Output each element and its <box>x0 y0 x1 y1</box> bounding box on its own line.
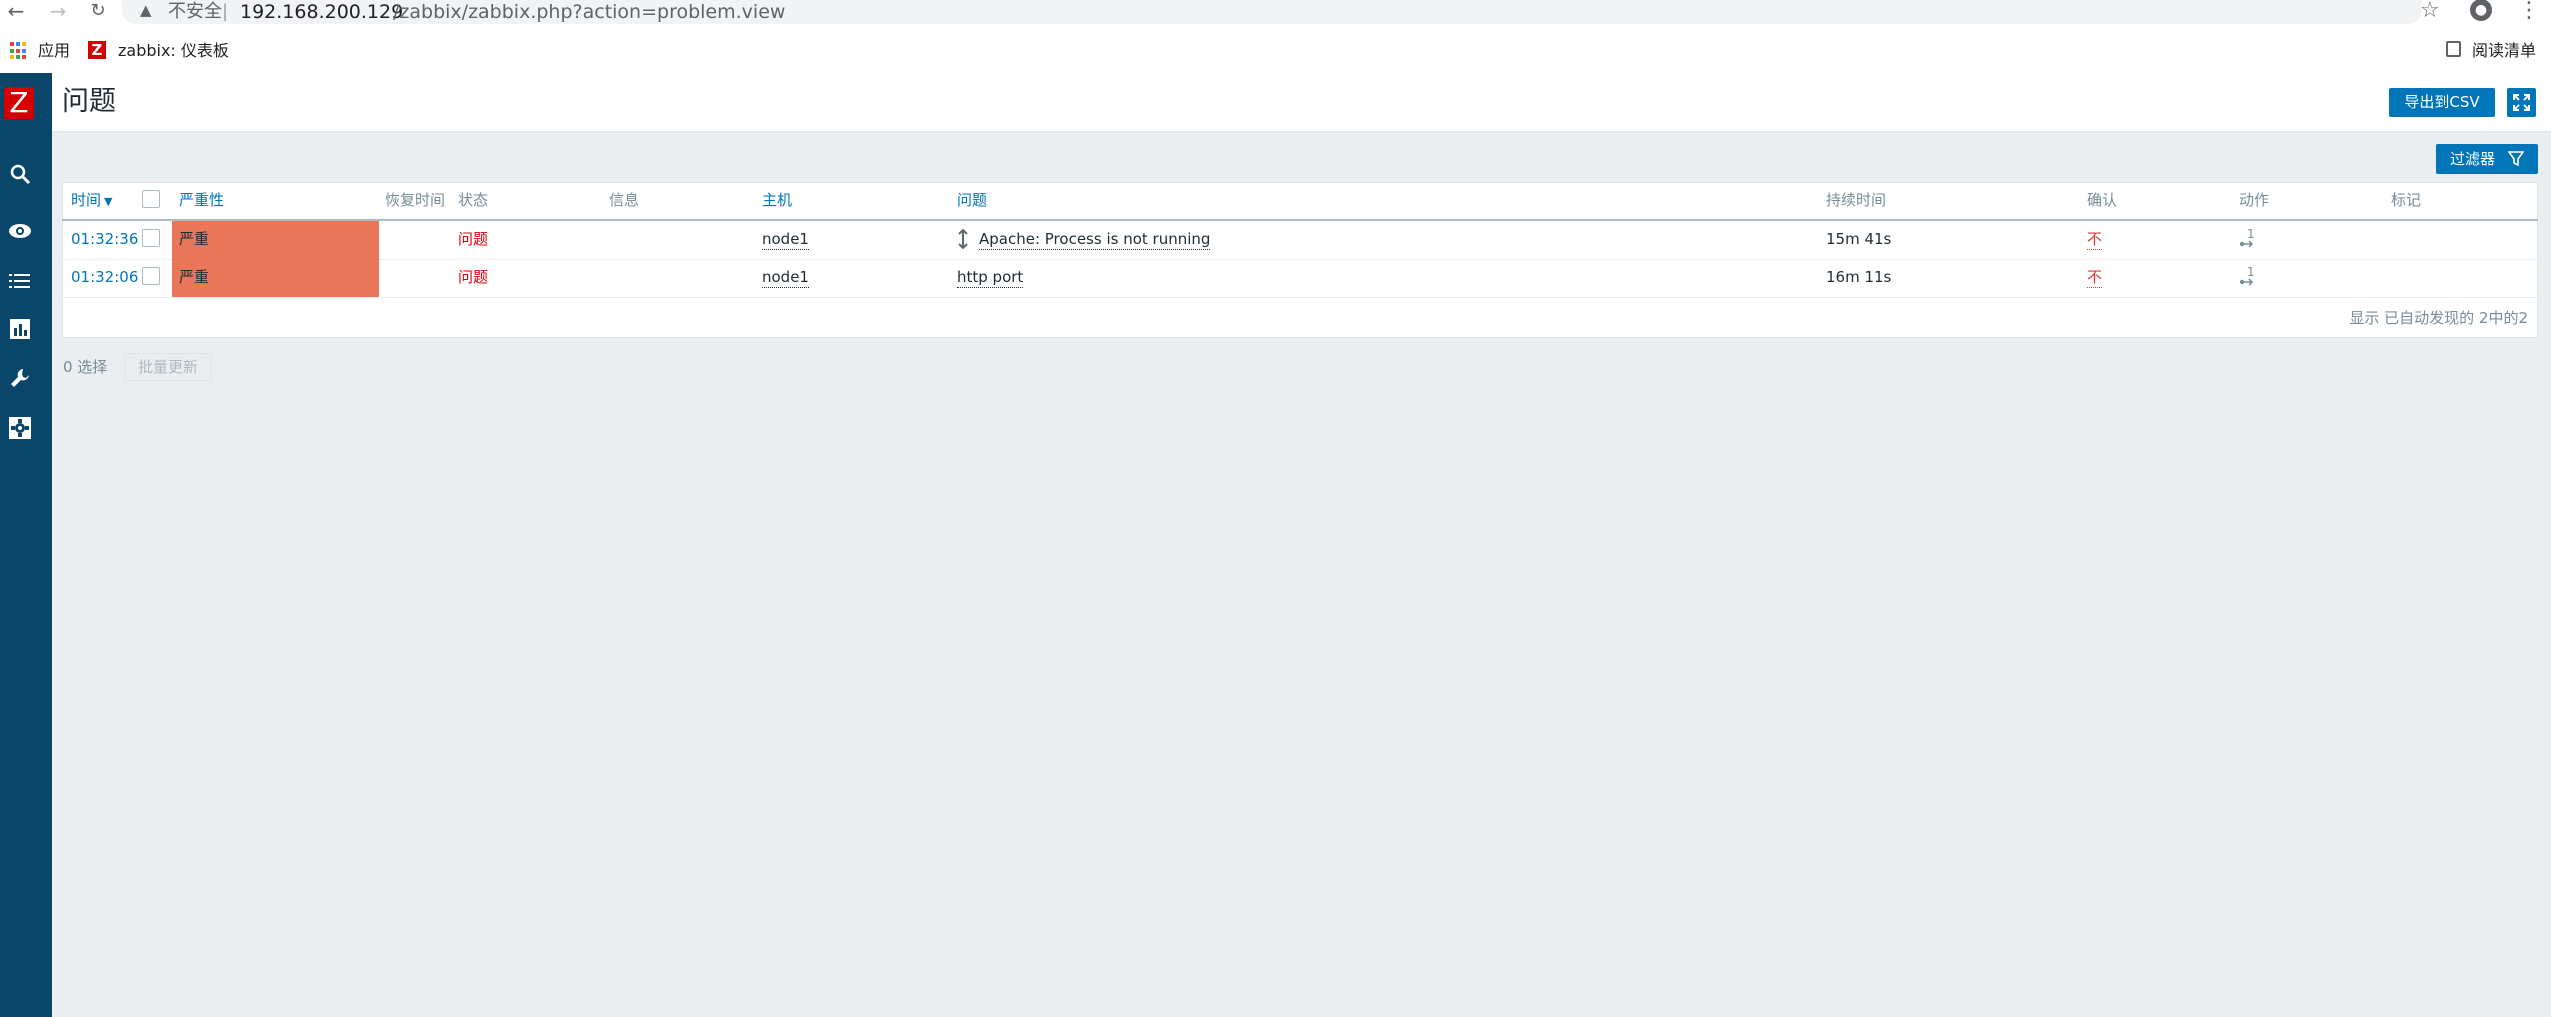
column-header-actions: 动作 <box>2239 191 2270 209</box>
row-divider <box>62 259 2538 260</box>
row-checkbox[interactable] <box>142 267 160 285</box>
url-host[interactable]: 192.168.200.129 <box>240 0 403 24</box>
warning-icon: ▲ <box>140 1 152 19</box>
insecure-label: 不安全 <box>168 1 222 22</box>
filter-label: 过滤器 <box>2450 150 2496 168</box>
column-header-host[interactable]: 主机 <box>762 186 792 214</box>
url-separator: | <box>222 1 229 22</box>
column-header-duration: 持续时间 <box>1826 191 1887 209</box>
row-divider <box>62 297 2538 298</box>
back-icon[interactable]: ← <box>2 0 30 24</box>
list-icon[interactable] <box>4 268 36 300</box>
table-row-severity: 严重 <box>179 268 210 286</box>
table-row-status: 问题 <box>458 268 489 286</box>
table-row-host[interactable]: node1 <box>762 229 809 250</box>
page-header <box>52 73 2551 132</box>
column-header-recovery-time: 恢复时间 <box>385 191 446 209</box>
page-title: 问题 <box>62 86 116 117</box>
mass-update-button[interactable]: 批量更新 <box>124 353 212 381</box>
filter-button[interactable]: 过滤器 <box>2436 144 2538 174</box>
zabbix-favicon-icon: Z <box>88 41 106 59</box>
table-row-actions[interactable]: 1 <box>2239 265 2261 287</box>
table-row-problem[interactable]: Apache: Process is not running <box>979 229 1211 250</box>
actions-count: 1 <box>2247 227 2255 241</box>
column-header-status: 状态 <box>458 191 489 209</box>
column-header-ack: 确认 <box>2087 191 2118 209</box>
fullscreen-button[interactable] <box>2507 88 2536 117</box>
zabbix-logo[interactable]: Z <box>4 87 34 119</box>
table-row-actions[interactable]: 1 <box>2239 227 2261 249</box>
table-row-status: 问题 <box>458 230 489 248</box>
row-checkbox[interactable] <box>142 229 160 247</box>
table-footer-count: 显示 已自动发现的 2中的2 <box>2349 309 2528 327</box>
selected-count: 0 选择 <box>63 358 108 376</box>
select-all-checkbox[interactable] <box>142 190 160 208</box>
table-row-duration: 15m 41s <box>1826 230 1892 248</box>
eye-icon[interactable] <box>4 218 36 250</box>
header-divider <box>62 219 2538 221</box>
settings-icon[interactable] <box>4 417 36 449</box>
column-header-info: 信息 <box>609 191 640 209</box>
bookmarks-bar <box>0 24 2551 73</box>
table-row-severity: 严重 <box>179 230 210 248</box>
table-row-ack[interactable]: 不 <box>2087 229 2103 250</box>
table-row-time[interactable]: 01:32:36 <box>71 229 138 249</box>
sidebar <box>0 73 52 1017</box>
actions-count: 1 <box>2247 265 2255 279</box>
menu-kebab-icon[interactable]: ⋮ <box>2518 0 2540 23</box>
export-csv-button[interactable]: 导出到CSV <box>2389 88 2495 117</box>
table-row-problem[interactable]: http port <box>957 267 1024 288</box>
table-row-host[interactable]: node1 <box>762 267 809 288</box>
table-row-time[interactable]: 01:32:06 <box>71 267 138 287</box>
apps-grid-icon[interactable] <box>10 42 28 60</box>
dependency-arrow-icon <box>957 228 969 250</box>
funnel-icon <box>2507 144 2525 177</box>
search-icon[interactable] <box>4 163 36 195</box>
account-icon[interactable]: ● <box>2470 0 2492 21</box>
apps-label[interactable]: 应用 <box>38 40 70 62</box>
url-path[interactable]: /zabbix/zabbix.php?action=problem.view <box>393 0 785 24</box>
sort-desc-icon: ▼ <box>104 195 113 208</box>
column-header-time[interactable]: 时间 ▼ <box>71 186 112 214</box>
column-header-tags: 标记 <box>2391 191 2422 209</box>
column-header-severity[interactable]: 严重性 <box>179 186 224 214</box>
reading-list-icon[interactable] <box>2446 41 2461 57</box>
column-header-problem[interactable]: 问题 <box>957 186 987 214</box>
table-row-duration: 16m 11s <box>1826 268 1892 286</box>
forward-icon[interactable]: → <box>44 0 72 24</box>
chart-icon[interactable] <box>4 317 36 349</box>
bookmark-zabbix-dashboard[interactable]: zabbix: 仪表板 <box>118 40 229 62</box>
reload-icon[interactable]: ↻ <box>84 0 112 24</box>
table-row-ack[interactable]: 不 <box>2087 267 2103 288</box>
wrench-icon[interactable] <box>4 367 36 399</box>
reading-list-label[interactable]: 阅读清单 <box>2472 40 2536 62</box>
bookmark-star-icon[interactable]: ☆ <box>2420 0 2440 23</box>
